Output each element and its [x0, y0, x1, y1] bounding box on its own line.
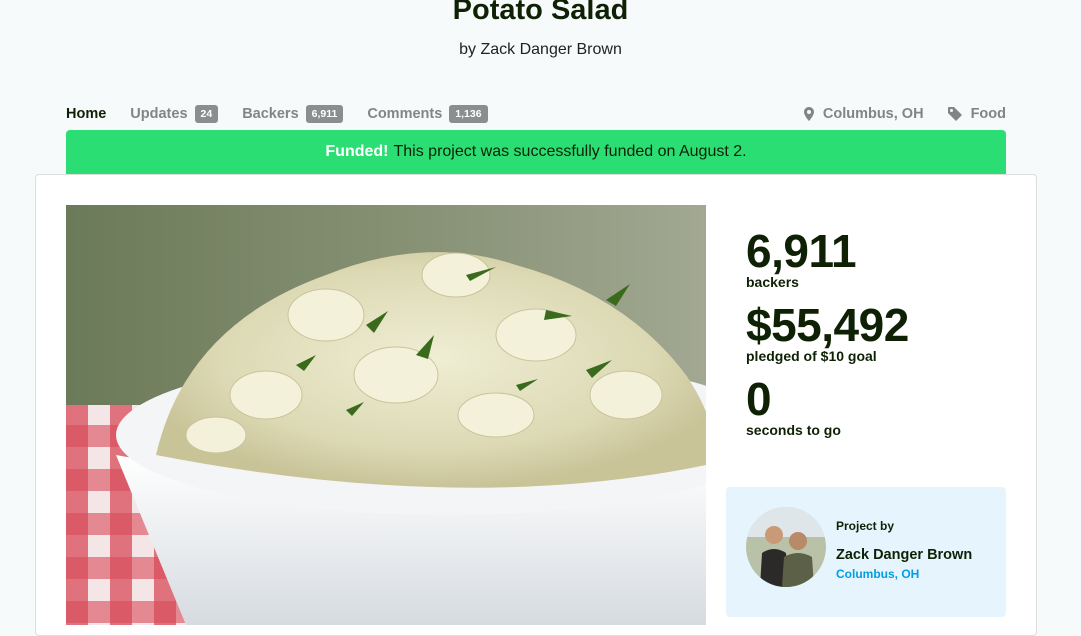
creator-name[interactable]: Zack Danger Brown — [836, 547, 972, 563]
tab-comments-label: Comments — [367, 106, 443, 122]
creator-location[interactable]: Columbus, OH — [836, 567, 919, 581]
tab-home[interactable]: Home — [66, 106, 106, 122]
funded-banner: Funded! This project was successfully fu… — [66, 130, 1006, 174]
comments-count-badge: 1,136 — [449, 105, 488, 123]
tab-home-label: Home — [66, 106, 107, 122]
time-left-stat: 0 seconds to go — [746, 373, 909, 437]
project-by-heading: Project by — [836, 519, 895, 533]
time-left-label: seconds to go — [746, 422, 841, 438]
category-link[interactable]: Food — [947, 106, 1006, 122]
backers-label: backers — [746, 274, 799, 290]
tab-backers[interactable]: Backers 6,911 — [242, 105, 344, 123]
location-link[interactable]: Columbus, OH — [803, 106, 924, 122]
map-pin-icon — [803, 107, 814, 121]
time-left-value: 0 — [746, 373, 772, 425]
creator-box: Project by Zack Danger Brown Columbus, O… — [726, 487, 1006, 617]
project-meta: Columbus, OH Food — [780, 104, 1006, 124]
creator-avatar[interactable] — [746, 507, 826, 587]
backers-value: 6,911 — [746, 225, 857, 277]
project-nav: Home Updates 24 Backers 6,911 Comments 1… — [66, 104, 512, 124]
tab-updates-label: Updates — [130, 106, 188, 122]
project-title: Potato Salad — [452, 0, 629, 26]
category-text: Food — [970, 106, 1006, 122]
tag-icon — [947, 107, 962, 121]
project-image[interactable] — [66, 205, 706, 625]
backers-stat: 6,911 backers — [746, 225, 909, 289]
project-stats: 6,911 backers $55,492 pledged of $10 goa… — [746, 225, 909, 447]
funded-text: This project was successfully funded on … — [393, 143, 747, 160]
pledged-stat: $55,492 pledged of $10 goal — [746, 299, 909, 363]
tab-backers-label: Backers — [242, 106, 299, 122]
pledged-value: $55,492 — [746, 299, 909, 351]
funded-strong: Funded! — [325, 143, 389, 160]
backers-count-badge: 6,911 — [305, 105, 344, 123]
location-text: Columbus, OH — [822, 106, 924, 122]
potato-salad-photo — [66, 205, 706, 625]
creator-photo — [746, 507, 826, 587]
project-byline[interactable]: by Zack Danger Brown — [0, 41, 1081, 59]
tab-updates[interactable]: Updates 24 — [130, 105, 219, 123]
updates-count-badge: 24 — [194, 105, 219, 123]
tab-comments[interactable]: Comments 1,136 — [367, 105, 488, 123]
pledged-label: pledged of $10 goal — [746, 348, 877, 364]
